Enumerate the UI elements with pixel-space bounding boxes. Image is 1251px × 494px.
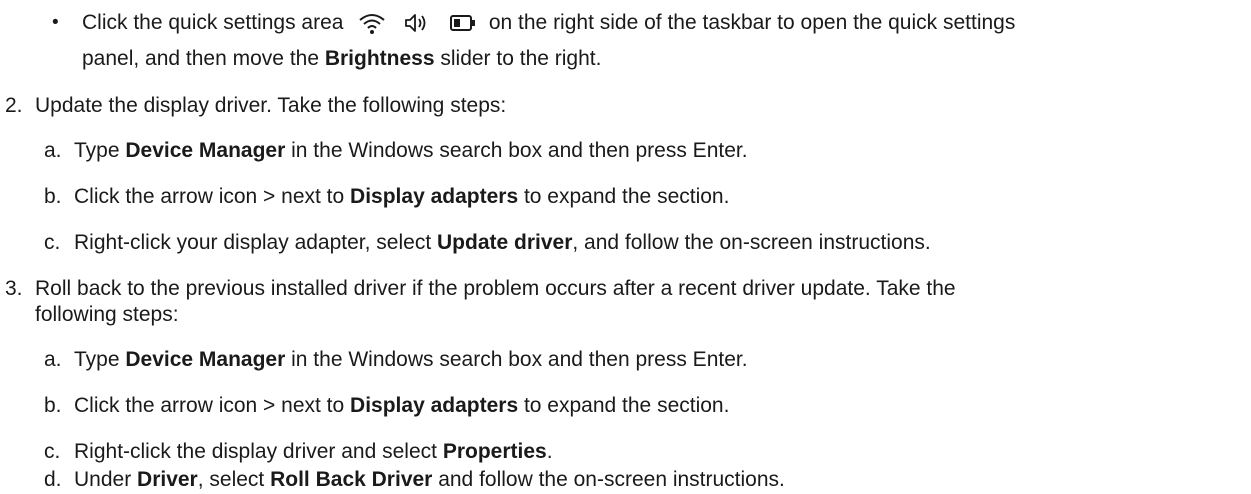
document-page: { "bullet_item": { "line1_before": "Clic… [0,0,1251,494]
step-text-line1: Roll back to the previous installed driv… [35,277,956,300]
bullet-text-line1: Click the quick settings area on the rig… [82,11,1016,35]
step-number: 2. [5,94,23,117]
step-2-substep-c: c. Right-click your display adapter, sel… [44,231,931,254]
step-2: 2. Update the display driver. Take the f… [5,93,506,119]
step-2-substep-a: a. Type Device Manager in the Windows se… [44,139,748,162]
step-3-substep-a: a. Type Device Manager in the Windows se… [44,348,748,371]
step-2-substep-b: b. Click the arrow icon > next to Displa… [44,185,730,208]
step-number: 3. [5,277,23,300]
speaker-icon [403,11,431,35]
battery-icon [449,12,477,34]
bullet-list-item: • Click the quick settings area on the r… [52,10,1015,36]
step-3-substep-b: b. Click the arrow icon > next to Displa… [44,394,730,417]
step-3-substep-d: d. Under Driver, select Roll Back Driver… [44,468,785,491]
step-3: 3. Roll back to the previous installed d… [5,276,956,302]
step-3-substep-c: c. Right-click the display driver and se… [44,440,553,463]
bullet-text-line2: panel, and then move the Brightness slid… [82,47,602,70]
wifi-icon [357,11,387,35]
bullet-marker: • [52,12,59,33]
step-text-line2: following steps: [35,303,179,326]
step-text: Update the display driver. Take the foll… [35,94,507,117]
